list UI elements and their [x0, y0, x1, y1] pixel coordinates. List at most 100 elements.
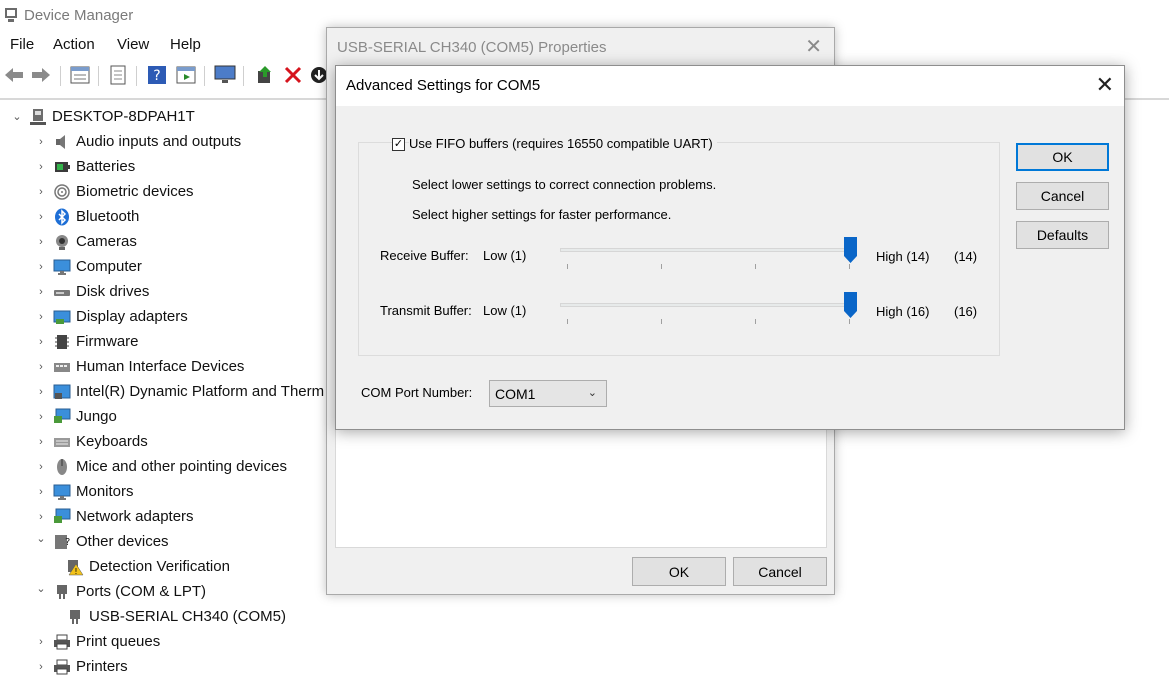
tree-category-item[interactable]: › Mice and other pointing devices	[34, 454, 287, 479]
chevron-right-icon[interactable]: ›	[34, 661, 48, 673]
transmit-buffer-slider[interactable]	[560, 292, 857, 327]
defaults-button[interactable]: Defaults	[1016, 221, 1109, 249]
tree-category-item[interactable]: ⌄? Other devices	[34, 529, 168, 554]
port-icon	[66, 608, 84, 626]
chevron-right-icon[interactable]: ›	[34, 211, 48, 223]
close-icon[interactable]: ✕	[805, 34, 822, 59]
printer-icon	[53, 633, 71, 651]
scan-hardware-icon[interactable]	[214, 64, 236, 86]
tree-root[interactable]: ⌄ DESKTOP-8DPAH1T	[10, 104, 194, 129]
advanced-ok-button[interactable]: OK	[1016, 143, 1109, 171]
tree-child-item[interactable]: ! Detection Verification	[61, 554, 230, 579]
tree-item-label: Biometric devices	[76, 183, 194, 200]
chevron-right-icon[interactable]: ›	[34, 136, 48, 148]
properties-ok-button[interactable]: OK	[632, 557, 726, 586]
chevron-right-icon[interactable]: ›	[34, 161, 48, 173]
chevron-right-icon[interactable]: ›	[34, 636, 48, 648]
device-manager-icon	[5, 8, 17, 22]
tree-item-label: Batteries	[76, 158, 136, 175]
chip-icon	[53, 333, 71, 351]
tree-category-item[interactable]: › Intel(R) Dynamic Platform and Therm	[34, 379, 324, 404]
menu-file[interactable]: File	[10, 36, 34, 53]
chevron-right-icon[interactable]: ›	[34, 236, 48, 248]
chevron-right-icon[interactable]: ›	[34, 336, 48, 348]
chevron-right-icon[interactable]: ›	[34, 286, 48, 298]
receive-buffer-slider[interactable]	[560, 237, 857, 272]
uninstall-x-icon[interactable]	[282, 64, 304, 86]
svg-text:!: !	[74, 567, 77, 576]
tree-item-label: Network adapters	[76, 508, 194, 525]
tree-item-label: USB-SERIAL CH340 (COM5)	[89, 608, 286, 625]
tree-item-label: Disk drives	[76, 283, 150, 300]
chevron-down-icon[interactable]: ⌄	[34, 582, 48, 595]
tree-category-item[interactable]: › Audio inputs and outputs	[34, 129, 241, 154]
tree-category-item[interactable]: › Bluetooth	[34, 204, 139, 229]
document-icon[interactable]	[107, 64, 129, 86]
com-port-select[interactable]: COM1 ⌄	[489, 380, 607, 407]
help-icon[interactable]: ?	[146, 64, 168, 86]
tree-category-item[interactable]: › Jungo	[34, 404, 117, 429]
menu-view[interactable]: View	[117, 36, 149, 53]
tree-category-item[interactable]: › Print queues	[34, 629, 160, 654]
speaker-icon	[53, 133, 71, 151]
chevron-right-icon[interactable]: ›	[34, 411, 48, 423]
menu-action[interactable]: Action	[53, 36, 95, 53]
tree-category-item[interactable]: › Monitors	[34, 479, 133, 504]
hid-icon	[53, 358, 71, 376]
network-monitor-icon	[53, 508, 71, 526]
chevron-right-icon[interactable]: ›	[34, 511, 48, 523]
chevron-down-icon[interactable]: ⌄	[10, 110, 24, 123]
forward-arrow-icon[interactable]	[30, 64, 52, 86]
port-icon	[53, 583, 71, 601]
properties-cancel-button[interactable]: Cancel	[733, 557, 827, 586]
monitor-icon	[53, 258, 71, 276]
tree-category-item[interactable]: › Cameras	[34, 229, 137, 254]
menu-help[interactable]: Help	[170, 36, 201, 53]
tree-category-item[interactable]: › Network adapters	[34, 504, 194, 529]
disk-drive-icon	[53, 283, 71, 301]
tree-category-item[interactable]: › Display adapters	[34, 304, 188, 329]
tree-category-item[interactable]: ⌄ Ports (COM & LPT)	[34, 579, 206, 604]
chevron-right-icon[interactable]: ›	[34, 361, 48, 373]
close-icon[interactable]: ✕	[1096, 72, 1114, 98]
tree-category-item[interactable]: › Batteries	[34, 154, 135, 179]
tree-category-item[interactable]: › Human Interface Devices	[34, 354, 244, 379]
receive-slider-track	[560, 248, 850, 252]
tree-category-item[interactable]: › Printers	[34, 654, 128, 679]
chevron-right-icon[interactable]: ›	[34, 436, 48, 448]
transmit-buffer-label: Transmit Buffer:	[380, 303, 472, 318]
tree-category-item[interactable]: › Computer	[34, 254, 142, 279]
computer-icon	[29, 108, 47, 126]
transmit-slider-thumb[interactable]	[844, 292, 857, 318]
tree-category-item[interactable]: › Disk drives	[34, 279, 149, 304]
tree-category-item[interactable]: › Keyboards	[34, 429, 148, 454]
update-driver-icon[interactable]	[254, 64, 276, 86]
chevron-right-icon[interactable]: ›	[34, 311, 48, 323]
chevron-down-icon[interactable]: ⌄	[34, 532, 48, 545]
tree-category-item[interactable]: › Biometric devices	[34, 179, 194, 204]
fifo-checkbox-label: Use FIFO buffers (requires 16550 compati…	[409, 136, 717, 151]
run-view-icon[interactable]	[175, 64, 197, 86]
receive-slider-thumb[interactable]	[844, 237, 857, 263]
tree-category-item[interactable]: › Firmware	[34, 329, 138, 354]
chevron-right-icon[interactable]: ›	[34, 486, 48, 498]
back-arrow-icon[interactable]	[3, 64, 25, 86]
advanced-cancel-button[interactable]: Cancel	[1016, 182, 1109, 210]
com-port-value: COM1	[495, 386, 536, 402]
tree-item-label: Intel(R) Dynamic Platform and Therm	[76, 383, 325, 400]
fifo-checkbox[interactable]: ✓	[392, 138, 405, 151]
fingerprint-icon	[53, 183, 71, 201]
chevron-right-icon[interactable]: ›	[34, 186, 48, 198]
chevron-right-icon[interactable]: ›	[34, 261, 48, 273]
advanced-settings-dialog: Advanced Settings for COM5 ✕ ✓ Use FIFO …	[335, 65, 1125, 430]
properties-view-icon[interactable]	[69, 64, 91, 86]
unknown-device-icon: ?	[53, 533, 71, 551]
battery-icon	[53, 158, 71, 176]
warning-device-icon: !	[66, 558, 84, 576]
properties-dialog-title: USB-SERIAL CH340 (COM5) Properties	[337, 39, 607, 56]
com-port-label: COM Port Number:	[361, 385, 473, 400]
chevron-right-icon[interactable]: ›	[34, 386, 48, 398]
tree-child-item[interactable]: USB-SERIAL CH340 (COM5)	[61, 604, 286, 629]
display-adapter-icon	[53, 308, 71, 326]
chevron-right-icon[interactable]: ›	[34, 461, 48, 473]
